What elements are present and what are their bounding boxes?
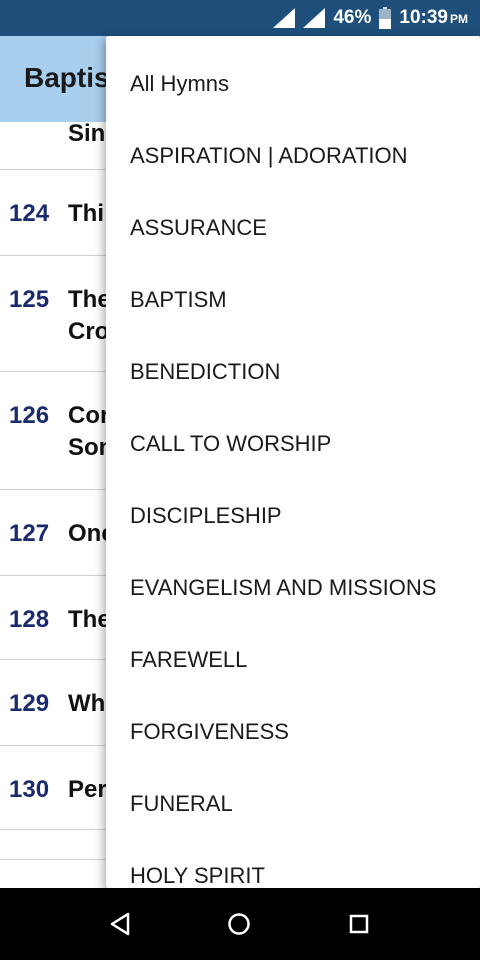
hymn-title: Thi (68, 200, 104, 227)
hymn-title-line2: Cro (68, 318, 110, 345)
signal-icon (303, 8, 326, 28)
category-menu: All Hymns ASPIRATION | ADORATION ASSURAN… (106, 36, 480, 888)
menu-item-baptism[interactable]: BAPTISM (106, 264, 480, 336)
signal-icon (273, 8, 296, 28)
hymn-number: 128 (9, 606, 50, 633)
hymn-number: 130 (9, 776, 50, 803)
recents-icon (349, 914, 369, 934)
battery-icon (379, 7, 392, 29)
hymn-number: 127 (9, 520, 50, 547)
hymn-title: The (68, 606, 111, 633)
menu-item-all-hymns[interactable]: All Hymns (106, 48, 480, 120)
hymn-title: Sin (68, 122, 106, 147)
battery-percent: 46% (333, 7, 372, 28)
clock-time: 10:39 (399, 7, 448, 28)
menu-item-holy-spirit[interactable]: HOLY SPIRIT (106, 840, 480, 888)
menu-item-discipleship[interactable]: DISCIPLESHIP (106, 480, 480, 552)
hymn-title: Wh (68, 690, 106, 717)
recents-button[interactable] (341, 906, 377, 942)
back-button[interactable] (102, 906, 138, 942)
menu-item-funeral[interactable]: FUNERAL (106, 768, 480, 840)
home-icon (228, 913, 250, 935)
hymn-number: 124 (9, 200, 50, 227)
status-indicators: 46% 10:39 PM (273, 0, 468, 36)
hymn-number: 129 (9, 690, 50, 717)
status-bar: 46% 10:39 PM (0, 0, 480, 36)
menu-item-assurance[interactable]: ASSURANCE (106, 192, 480, 264)
hymn-title: Cor (68, 402, 110, 429)
menu-item-forgiveness[interactable]: FORGIVENESS (106, 696, 480, 768)
hymn-title: Per (68, 776, 107, 803)
hymn-number: 125 (9, 286, 50, 313)
menu-item-farewell[interactable]: FAREWELL (106, 624, 480, 696)
home-button[interactable] (221, 906, 257, 942)
hymn-title: The (68, 286, 111, 313)
menu-item-call-to-worship[interactable]: CALL TO WORSHIP (106, 408, 480, 480)
clock-ampm: PM (450, 12, 468, 26)
navigation-bar (0, 888, 480, 960)
menu-item-aspiration-adoration[interactable]: ASPIRATION | ADORATION (106, 120, 480, 192)
menu-item-evangelism-and-missions[interactable]: EVANGELISM AND MISSIONS (106, 552, 480, 624)
menu-item-benediction[interactable]: BENEDICTION (106, 336, 480, 408)
hymn-number: 126 (9, 402, 50, 429)
back-icon (110, 912, 130, 936)
